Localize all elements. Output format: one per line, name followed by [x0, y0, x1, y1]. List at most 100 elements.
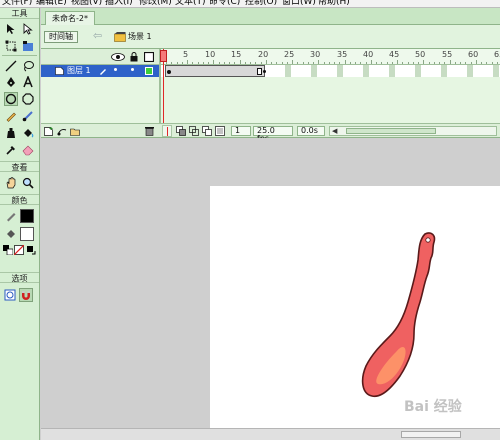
- layer-header: [41, 49, 159, 65]
- frame-ruler[interactable]: 5 10 15 20 25 30 35 40 45 50 55 60 65: [161, 49, 500, 65]
- show-hide-eye-icon[interactable]: [111, 53, 125, 61]
- layer-visible-dot[interactable]: [114, 68, 117, 71]
- stage-hscrollbar[interactable]: [41, 428, 500, 440]
- keyframe-dot[interactable]: [263, 70, 266, 73]
- tools-separator: [2, 55, 37, 56]
- add-guide-layer-icon[interactable]: [57, 127, 67, 136]
- stage-scroll-thumb[interactable]: [401, 431, 461, 438]
- scene-icon: [114, 32, 126, 42]
- arrow-tool-icon[interactable]: [4, 22, 18, 36]
- menu-edit[interactable]: 编辑(E): [36, 0, 67, 7]
- fill-transform-icon[interactable]: [21, 39, 35, 53]
- view-section-label: 查看: [0, 161, 39, 172]
- menu-text[interactable]: 文本(T): [175, 0, 206, 7]
- keyframe-span[interactable]: [165, 65, 266, 77]
- playhead[interactable]: [160, 50, 167, 62]
- menu-insert[interactable]: 插入(I): [105, 0, 133, 7]
- ruler-number: 50: [415, 50, 426, 59]
- frame-rate-field[interactable]: 25.0 fps: [253, 126, 293, 143]
- center-frame-icon: [167, 127, 168, 136]
- scroll-left-arrow-icon[interactable]: ◀: [332, 128, 337, 135]
- insert-layer-icon[interactable]: [44, 127, 54, 136]
- center-frame-button[interactable]: [162, 125, 172, 137]
- menu-control[interactable]: 控制(O): [245, 0, 277, 7]
- lasso-tool-icon[interactable]: [21, 59, 35, 73]
- ruler-number: 40: [363, 50, 374, 59]
- swap-colors-icon[interactable]: [26, 245, 36, 255]
- layer-name[interactable]: 图层 1: [67, 65, 91, 77]
- text-tool-icon[interactable]: [21, 75, 35, 89]
- elapsed-time-field[interactable]: 0.0s: [297, 126, 325, 136]
- empty-frames[interactable]: [265, 65, 500, 77]
- paint-bucket-icon[interactable]: [21, 126, 35, 140]
- menu-commands[interactable]: 命令(C): [209, 0, 240, 7]
- ruler-number: 65: [494, 50, 500, 59]
- ruler-number: 25: [284, 50, 295, 59]
- edit-bar: 时间轴 ⇦ 场景 1: [41, 25, 500, 49]
- ruler-number: 15: [231, 50, 242, 59]
- ruler-number: 55: [442, 50, 453, 59]
- timeline-status-bar: 1 25.0 fps 0.0s ◀: [41, 123, 500, 143]
- pencil-tool-icon[interactable]: [4, 109, 18, 123]
- fill-color-swatch[interactable]: [20, 227, 34, 241]
- lock-icon[interactable]: [130, 52, 138, 62]
- layer-row[interactable]: 图层 1: [41, 65, 159, 77]
- zoom-tool-icon[interactable]: [21, 176, 35, 190]
- keyframe-dot[interactable]: [167, 70, 171, 74]
- line-tool-icon[interactable]: [4, 59, 18, 73]
- tools-panel: 工具 查看 颜色 选项: [0, 8, 40, 440]
- modify-onion-markers-icon[interactable]: [215, 126, 225, 136]
- ink-bottle-icon[interactable]: [4, 126, 18, 140]
- layer-page-icon: [55, 67, 64, 75]
- black-white-icon[interactable]: [3, 245, 13, 255]
- ruler-number: 20: [258, 50, 269, 59]
- layer-pencil-icon: [100, 69, 106, 75]
- object-drawing-icon[interactable]: [3, 288, 17, 302]
- eraser-icon[interactable]: [21, 143, 35, 157]
- free-transform-icon[interactable]: [4, 39, 18, 53]
- spoon-hole: [425, 237, 431, 243]
- stroke-color-swatch[interactable]: [20, 209, 34, 223]
- subselect-tool-icon[interactable]: [21, 22, 35, 36]
- current-frame-field[interactable]: 1: [231, 126, 251, 136]
- ruler-number: 45: [389, 50, 400, 59]
- timeline-hscrollbar[interactable]: ◀: [329, 126, 497, 136]
- insert-folder-icon[interactable]: [70, 127, 80, 136]
- outline-toggle-icon[interactable]: [144, 52, 154, 62]
- timeline-panel: 图层 1 5 10 15 20 25 30 35 40 45 50 55 60 …: [41, 49, 500, 143]
- ruler-number: 35: [337, 50, 348, 59]
- spoon-drawing[interactable]: [210, 186, 500, 428]
- layer-lock-dot[interactable]: [131, 68, 134, 71]
- stage-area: Bai 经验: [41, 138, 500, 440]
- timeline-toggle-button[interactable]: 时间轴: [44, 31, 78, 43]
- delete-layer-icon[interactable]: [145, 126, 154, 136]
- ruler-number: 30: [310, 50, 321, 59]
- rectangle-tool-icon[interactable]: [21, 92, 35, 106]
- ruler-number: 60: [468, 50, 479, 59]
- stage-canvas[interactable]: [210, 186, 500, 428]
- document-tab[interactable]: 未命名-2*: [45, 11, 95, 25]
- menu-modify[interactable]: 修改(M): [139, 0, 172, 7]
- scene-label[interactable]: 场景 1: [128, 31, 152, 43]
- spoon-shape[interactable]: [361, 232, 436, 398]
- edit-multiple-frames-icon[interactable]: [202, 126, 212, 136]
- hand-tool-icon[interactable]: [4, 176, 18, 190]
- menu-help[interactable]: 帮助(H): [318, 0, 350, 7]
- menu-file[interactable]: 文件(F): [2, 0, 32, 7]
- snap-magnet-icon[interactable]: [19, 288, 33, 302]
- end-frame-marker[interactable]: [257, 68, 262, 75]
- onion-skin-icon[interactable]: [176, 126, 186, 136]
- layer-outline-color[interactable]: [145, 67, 153, 75]
- document-tab-strip: 未命名-2*: [41, 8, 500, 25]
- no-color-icon[interactable]: [14, 245, 24, 255]
- menu-window[interactable]: 窗口(W): [282, 0, 316, 7]
- brush-tool-icon[interactable]: [21, 109, 35, 123]
- menu-view[interactable]: 视图(V): [71, 0, 102, 7]
- timeline-scroll-thumb[interactable]: [346, 128, 436, 134]
- onion-skin-outlines-icon[interactable]: [189, 126, 199, 136]
- pen-tool-icon[interactable]: [4, 75, 18, 89]
- options-section-label: 选项: [0, 272, 39, 283]
- back-arrow-icon[interactable]: ⇦: [93, 29, 102, 42]
- eyedropper-icon[interactable]: [4, 143, 18, 157]
- oval-tool-icon[interactable]: [4, 92, 18, 106]
